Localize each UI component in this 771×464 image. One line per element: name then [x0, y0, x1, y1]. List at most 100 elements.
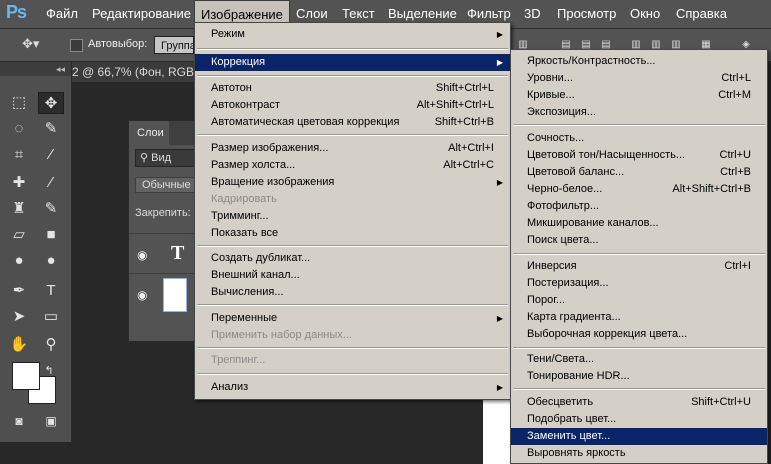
path-select-icon[interactable]: ➤ — [6, 306, 32, 328]
menu-item-apply-data-set: Применить набор данных... — [211, 329, 352, 341]
zoom-icon[interactable]: ⚲ — [38, 334, 64, 356]
tab-layers[interactable]: Слои — [129, 121, 169, 145]
menu-item-channel-mixer[interactable]: Микширование каналов... — [511, 215, 767, 232]
menu-item-apply-image[interactable]: Внешний канал... — [195, 267, 510, 284]
eyedropper-icon[interactable]: ⁄ — [38, 144, 64, 166]
menu-item-curves[interactable]: Кривые... Ctrl+M — [511, 87, 767, 104]
pen-icon[interactable]: ✒ — [6, 280, 32, 302]
move-icon[interactable]: ✥ — [38, 92, 64, 114]
shape-icon[interactable]: ▭ — [38, 306, 64, 328]
stamp-icon[interactable]: ♜ — [6, 198, 32, 220]
layer-thumbnail — [163, 278, 187, 312]
autoselect-checkbox[interactable] — [70, 39, 83, 52]
submenu-arrow-icon: ▶ — [496, 314, 503, 323]
quick-select-icon[interactable]: ✎ — [38, 118, 64, 140]
toolbox-collapse-icon[interactable]: ◂◂ — [0, 62, 71, 76]
history-brush-icon[interactable]: ✎ — [38, 198, 64, 220]
menu-item-hdr-toning[interactable]: Тонирование HDR... — [511, 368, 767, 385]
type-icon[interactable]: T — [38, 280, 64, 302]
menu-item-adjustments[interactable]: Коррекция ▶ — [195, 54, 510, 71]
eraser-icon[interactable]: ▱ — [6, 224, 32, 246]
screen-mode-icon[interactable]: ▣ — [38, 410, 64, 432]
menu-item-posterize[interactable]: Постеризация... — [511, 275, 767, 292]
menu-file[interactable]: Файл — [40, 0, 84, 28]
rect-marquee-icon[interactable]: ⬚ — [6, 92, 32, 114]
menu-item-desaturate[interactable]: Обесцветить Shift+Ctrl+U — [511, 394, 767, 411]
foreground-color-swatch[interactable] — [12, 362, 40, 390]
menu-view[interactable]: Просмотр — [551, 0, 622, 28]
menu-separator — [197, 134, 508, 136]
menu-item-equalize[interactable]: Выровнять яркость — [511, 445, 767, 462]
menu-item-mode[interactable]: Режим ▶ — [195, 26, 510, 43]
menu-item-trap: Треппинг... — [211, 354, 266, 366]
blur-icon[interactable]: ● — [6, 250, 32, 272]
search-icon: ⚲ — [140, 152, 152, 164]
document-canvas[interactable] — [483, 400, 513, 464]
layer-filter-label: Вид — [151, 152, 172, 164]
menu-item-image-size[interactable]: Размер изображения... Alt+Ctrl+I — [195, 140, 510, 157]
menu-item-color-lookup[interactable]: Поиск цвета... — [511, 232, 767, 249]
menu-separator — [513, 347, 765, 349]
menu-item-brightness-contrast[interactable]: Яркость/Контрастность... — [511, 53, 767, 70]
menu-item-trim[interactable]: Тримминг... — [195, 208, 510, 225]
menu-item-levels[interactable]: Уровни... Ctrl+L — [511, 70, 767, 87]
dodge-icon[interactable]: ● — [38, 250, 64, 272]
menu-separator — [197, 373, 508, 375]
menu-separator — [197, 304, 508, 306]
menu-item-duplicate[interactable]: Создать дубликат... — [195, 250, 510, 267]
crop-icon[interactable]: ⌗ — [6, 144, 32, 166]
visibility-eye-icon[interactable]: ◉ — [137, 248, 147, 262]
menu-item-black-white[interactable]: Черно-белое... Alt+Shift+Ctrl+B — [511, 181, 767, 198]
menu-window[interactable]: Окно — [624, 0, 666, 28]
menu-item-hue-saturation[interactable]: Цветовой тон/Насыщенность... Ctrl+U — [511, 147, 767, 164]
menu-3d[interactable]: 3D — [518, 0, 547, 28]
menu-item-crop: Кадрировать — [211, 193, 277, 205]
menu-item-vibrance[interactable]: Сочность... — [511, 130, 767, 147]
submenu-arrow-icon: ▶ — [496, 178, 503, 187]
photoshop-logo-icon: Ps — [6, 2, 27, 22]
menu-item-match-color[interactable]: Подобрать цвет... — [511, 411, 767, 428]
submenu-arrow-icon: ▶ — [496, 30, 503, 39]
quick-mask-icon[interactable]: ◙ — [6, 410, 32, 432]
menu-item-color-balance[interactable]: Цветовой баланс... Ctrl+B — [511, 164, 767, 181]
blend-mode-select[interactable]: Обычные — [135, 177, 195, 193]
menu-edit[interactable]: Редактирование — [86, 0, 197, 28]
menu-item-calculations[interactable]: Вычисления... — [195, 284, 510, 301]
menu-item-analysis[interactable]: Анализ ▶ — [195, 379, 510, 396]
visibility-eye-icon[interactable]: ◉ — [137, 288, 147, 302]
menu-item-image-rotation[interactable]: Вращение изображения ▶ — [195, 174, 510, 191]
toolbox: ◂◂ ⬚ ✥ ◌ ✎ ⌗ ⁄ ✚ ⁄ ♜ ✎ ▱ ■ ● ● ✒ T ➤ ▭ ✋… — [0, 62, 72, 442]
lasso-icon[interactable]: ◌ — [6, 118, 32, 140]
document-tab[interactable]: 2 @ 66,7% (Фон, RGB/8 — [70, 62, 200, 82]
adjustments-submenu: Яркость/Контрастность... Уровни... Ctrl+L… — [510, 49, 768, 464]
menu-item-auto-color[interactable]: Автоматическая цветовая коррекция Shift+C… — [195, 114, 510, 131]
healing-icon[interactable]: ✚ — [6, 172, 32, 194]
menu-item-variables[interactable]: Переменные ▶ — [195, 310, 510, 327]
menu-item-photo-filter[interactable]: Фотофильтр... — [511, 198, 767, 215]
move-tool-preset-icon[interactable]: ✥▾ — [22, 36, 39, 52]
menu-separator — [513, 253, 765, 255]
menu-item-threshold[interactable]: Порог... — [511, 292, 767, 309]
menu-item-gradient-map[interactable]: Карта градиента... — [511, 309, 767, 326]
menu-item-replace-color[interactable]: Заменить цвет... — [511, 428, 767, 445]
submenu-arrow-icon: ▶ — [496, 383, 503, 392]
gradient-icon[interactable]: ■ — [38, 224, 64, 246]
menu-item-canvas-size[interactable]: Размер холста... Alt+Ctrl+C — [195, 157, 510, 174]
menu-separator — [197, 347, 508, 349]
menu-item-auto-contrast[interactable]: Автоконтраст Alt+Shift+Ctrl+L — [195, 97, 510, 114]
brush-icon[interactable]: ⁄ — [38, 172, 64, 194]
menu-help[interactable]: Справка — [670, 0, 733, 28]
menu-item-invert[interactable]: Инверсия Ctrl+I — [511, 258, 767, 275]
menu-separator — [513, 124, 765, 126]
menu-item-selective-color[interactable]: Выборочная коррекция цвета... — [511, 326, 767, 343]
image-menu: Режим ▶ Коррекция ▶ Автотон Shift+Ctrl+L Ав… — [194, 22, 511, 400]
menu-item-exposure[interactable]: Экспозиция... — [511, 104, 767, 121]
type-layer-thumbnail: T — [171, 242, 185, 264]
menu-item-shadows-highlights[interactable]: Тени/Света... — [511, 351, 767, 368]
menu-separator — [197, 245, 508, 247]
autoselect-target-select[interactable]: Группа — [154, 36, 194, 54]
hand-icon[interactable]: ✋ — [6, 334, 32, 356]
menu-item-auto-tone[interactable]: Автотон Shift+Ctrl+L — [195, 80, 510, 97]
menu-item-reveal-all[interactable]: Показать все — [195, 225, 510, 242]
menu-separator — [197, 75, 508, 77]
